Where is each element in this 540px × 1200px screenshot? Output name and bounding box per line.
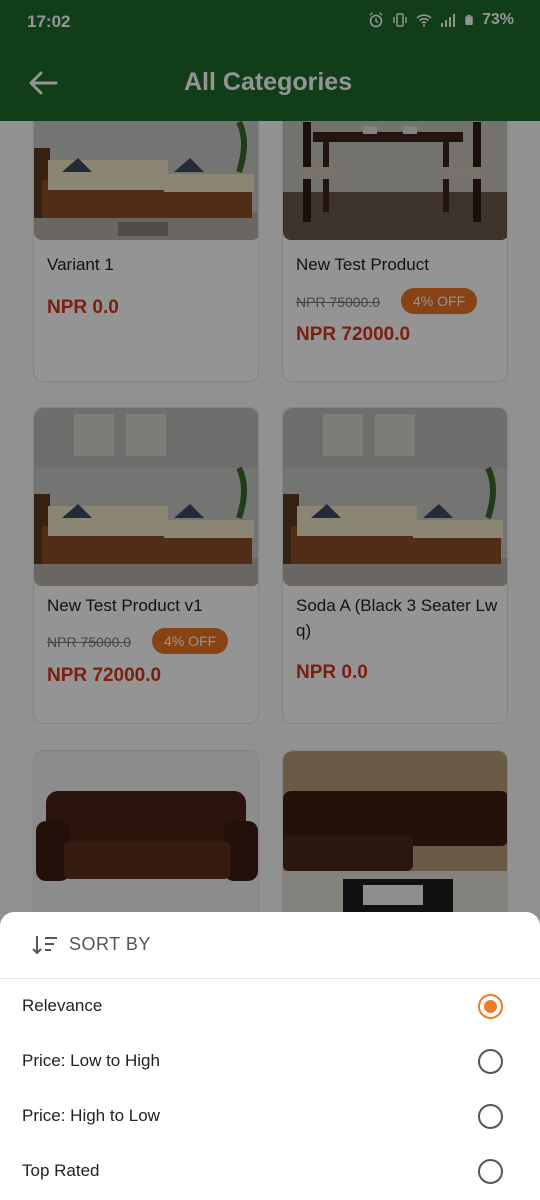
sort-option-price-low-high[interactable]: Price: Low to High [0, 1035, 540, 1090]
sort-option-label: Price: Low to High [22, 1051, 160, 1070]
sort-sheet-header: SORT BY [0, 912, 540, 979]
sort-title: SORT BY [69, 934, 151, 954]
sort-option-label: Top Rated [22, 1161, 100, 1180]
sort-option-label: Price: High to Low [22, 1106, 160, 1125]
radio-button[interactable] [478, 1049, 503, 1074]
sort-option-price-high-low[interactable]: Price: High to Low [0, 1090, 540, 1145]
radio-button-selected[interactable] [478, 994, 503, 1019]
radio-button[interactable] [478, 1159, 503, 1184]
sort-option-relevance[interactable]: Relevance [0, 980, 540, 1035]
sort-option-label: Relevance [22, 996, 103, 1015]
radio-button[interactable] [478, 1104, 503, 1129]
sort-icon [32, 936, 57, 955]
sort-bottom-sheet: SORT BY Relevance Price: Low to High Pri… [0, 912, 540, 1200]
sort-option-top-rated[interactable]: Top Rated [0, 1145, 540, 1200]
